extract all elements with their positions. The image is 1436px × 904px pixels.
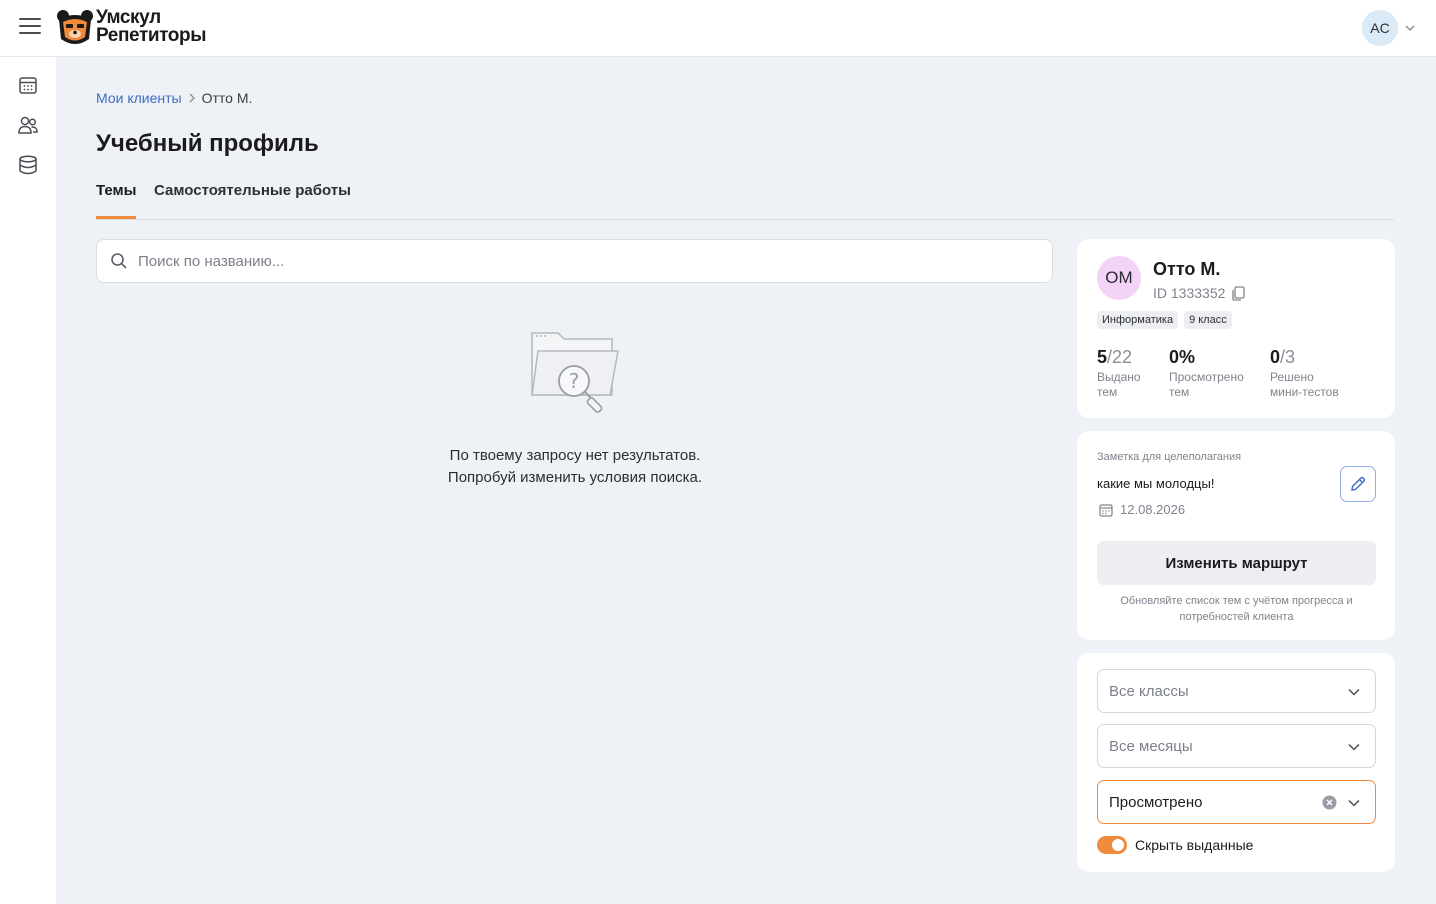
hide-issued-row: Скрыть выданные — [1097, 836, 1253, 854]
note-text: какие мы молодцы! — [1097, 476, 1215, 491]
month-select[interactable]: Все месяцы — [1097, 724, 1376, 768]
filters-card: Все классы Все месяцы Просмотрено Скрыть… — [1077, 653, 1395, 872]
logo-text[interactable]: Умскул Репетиторы — [96, 8, 206, 45]
bear-logo-icon[interactable] — [55, 9, 95, 47]
month-select-value: Все месяцы — [1109, 737, 1193, 755]
tab-topics[interactable]: Темы — [96, 182, 137, 219]
search-icon — [111, 253, 127, 269]
subject-tag: Информатика — [1097, 311, 1179, 329]
breadcrumb: Мои клиенты Отто М. — [96, 90, 252, 106]
search-box — [96, 239, 1053, 283]
chevron-down-icon — [1348, 743, 1360, 751]
change-route-button[interactable]: Изменить маршрут — [1097, 541, 1376, 585]
database-icon[interactable] — [17, 154, 39, 176]
stat-mini-tests: 0/3 Решено мини-тестов — [1270, 347, 1339, 399]
tab-bar: Темы Самостоятельные работы — [96, 182, 1394, 220]
client-id-text: ID 1333352 — [1153, 285, 1226, 301]
note-label: Заметка для целеполагания — [1097, 451, 1242, 463]
svg-text:?: ? — [569, 369, 580, 393]
client-card: ОМ Отто М. ID 1333352 Информатика 9 клас… — [1077, 239, 1395, 418]
grade-tag: 9 класс — [1184, 311, 1232, 329]
goal-note-card: Заметка для целеполагания какие мы молод… — [1077, 431, 1395, 640]
client-avatar: ОМ — [1097, 256, 1141, 300]
client-id: ID 1333352 — [1153, 285, 1246, 301]
note-date: 12.08.2026 — [1099, 502, 1185, 517]
note-date-text: 12.08.2026 — [1120, 502, 1186, 517]
stat-viewed: 0% Просмотрено тем — [1169, 347, 1244, 399]
clear-icon[interactable] — [1322, 795, 1337, 810]
breadcrumb-current: Отто М. — [201, 90, 253, 106]
stat-issued: 5/22 Выдано тем — [1097, 347, 1141, 399]
page-title: Учебный профиль — [96, 130, 319, 157]
chevron-down-icon — [1348, 799, 1360, 807]
hide-issued-toggle[interactable] — [1097, 836, 1127, 854]
tab-independent-works[interactable]: Самостоятельные работы — [154, 182, 351, 211]
edit-note-button[interactable] — [1340, 466, 1376, 502]
class-select-value: Все классы — [1109, 682, 1189, 700]
copy-icon[interactable] — [1231, 285, 1246, 301]
client-tags: Информатика 9 класс — [1097, 311, 1232, 329]
sidebar — [0, 57, 56, 904]
class-select[interactable]: Все классы — [1097, 669, 1376, 713]
chevron-right-icon — [189, 93, 195, 103]
empty-state-message: По твоему запросу нет результатов. Попро… — [400, 445, 750, 489]
status-select[interactable]: Просмотрено — [1097, 780, 1376, 824]
hide-issued-label: Скрыть выданные — [1135, 837, 1254, 853]
route-hint: Обновляйте список тем с учётом прогресса… — [1120, 595, 1353, 623]
pencil-icon — [1351, 476, 1366, 491]
empty-folder-search-icon: ? — [531, 332, 619, 413]
client-name: Отто М. — [1153, 259, 1221, 279]
calendar-icon[interactable] — [17, 74, 39, 96]
chevron-down-icon[interactable] — [1404, 22, 1416, 34]
breadcrumb-link-clients[interactable]: Мои клиенты — [96, 90, 182, 106]
menu-icon[interactable] — [19, 18, 41, 38]
empty-state-line2: Попробуй изменить условия поиска. — [447, 469, 703, 486]
calendar-small-icon — [1099, 503, 1113, 517]
users-icon[interactable] — [17, 114, 39, 136]
chevron-down-icon — [1348, 688, 1360, 696]
search-input[interactable] — [138, 252, 1018, 270]
empty-state-line1: По твоему запросу нет результатов. — [449, 447, 701, 464]
top-bar: Умскул Репетиторы AC — [0, 0, 1436, 57]
status-select-value: Просмотрено — [1109, 793, 1203, 811]
user-avatar[interactable]: AC — [1362, 10, 1398, 46]
